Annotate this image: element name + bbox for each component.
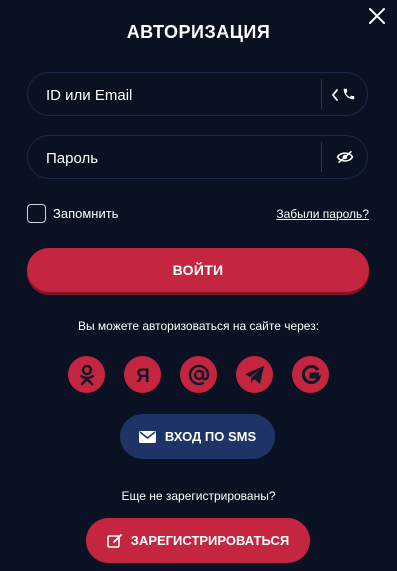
sms-login-label: ВХОД ПО SMS [164,429,257,444]
remember-checkbox[interactable] [27,204,46,223]
password-input[interactable] [44,136,308,180]
odnoklassniki-button[interactable] [68,356,105,393]
field-divider [321,142,322,172]
social-login-list: Я [0,356,397,393]
eye-hidden-icon[interactable] [336,150,354,164]
modal-title: АВТОРИЗАЦИЯ [126,22,271,42]
yandex-icon: Я [136,366,150,385]
google-icon [301,364,321,384]
field-divider [321,79,322,109]
login-input[interactable] [44,73,308,117]
odnoklassniki-icon [79,364,94,385]
sms-login-button[interactable]: ВХОД ПО SMS [120,414,275,459]
chevron-left-icon[interactable] [331,89,339,101]
register-label: ЗАРЕГИСТРИРОВАТЬСЯ [130,533,290,548]
google-button[interactable] [292,356,329,393]
register-prompt: Еще не зарегистрированы? [121,489,276,503]
svg-text:Я: Я [136,366,150,385]
mailru-icon [188,364,209,385]
phone-icon[interactable] [342,87,356,101]
forgot-password-link[interactable]: Забыли пароль? [276,207,369,221]
telegram-button[interactable] [236,356,273,393]
yandex-button[interactable]: Я [124,356,161,393]
telegram-icon [244,365,264,384]
login-button[interactable]: ВОЙТИ [27,248,369,292]
mailru-button[interactable] [180,356,217,393]
social-login-prompt: Вы можете авторизоваться на сайте через: [77,319,320,333]
remember-me: Запомнить [27,204,118,223]
edit-icon [106,533,122,548]
register-button[interactable]: ЗАРЕГИСТРИРОВАТЬСЯ [86,518,310,563]
password-field[interactable] [27,135,368,180]
login-field[interactable] [27,72,368,117]
remember-label: Запомнить [53,206,119,221]
envelope-icon [138,430,156,443]
